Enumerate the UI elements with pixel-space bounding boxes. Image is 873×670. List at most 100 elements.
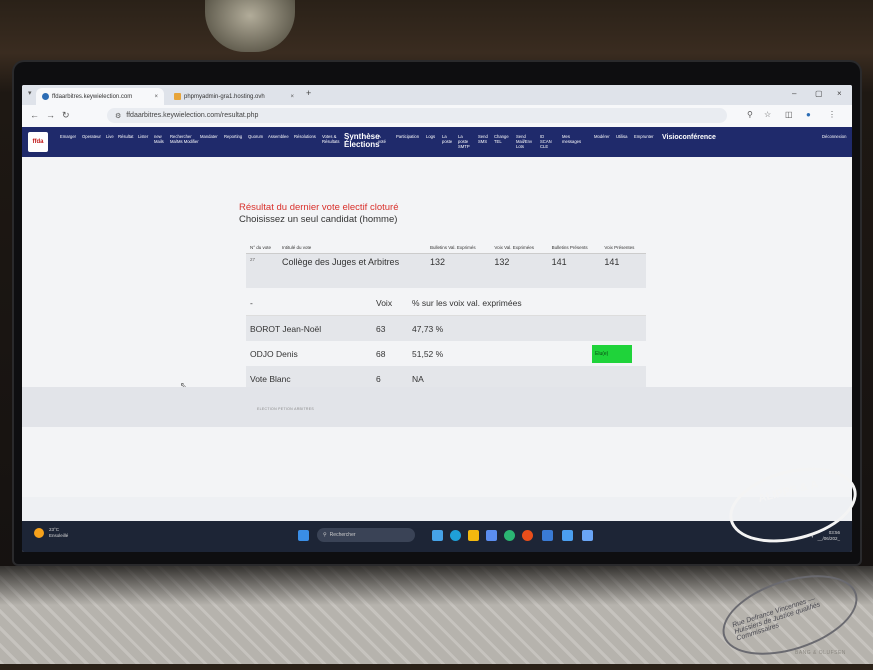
nav-votes-resultats[interactable]: Votes & Résultats (322, 134, 339, 144)
menu-icon[interactable]: ⋮ (828, 110, 836, 119)
nav-la-poste[interactable]: La poste (442, 134, 452, 144)
table-header-row: N° du vote Intitulé du vote Bulletins Va… (246, 229, 646, 254)
table-row: 27 Collège des Juges et Arbitres 132 132… (246, 253, 646, 288)
store-icon[interactable] (486, 530, 497, 541)
app-icon[interactable] (504, 530, 515, 541)
nav-emprunter[interactable]: Emprunter (634, 134, 654, 139)
profile-icon[interactable]: ● (806, 110, 811, 119)
table-row: ODJO Denis 68 51,52 % Elu(e) (246, 341, 646, 366)
chrome-icon[interactable] (522, 530, 533, 541)
tab-phpmyadmin[interactable]: phpmyadmin-gra1.hosting.ovh × (168, 88, 300, 105)
back-icon[interactable]: ← (30, 110, 39, 120)
weather-widget[interactable]: 23°C Ensoleillé (34, 527, 68, 539)
tab-search-icon[interactable]: ▾ (28, 89, 32, 97)
result-title: Résultat du dernier vote electif cloturé (239, 202, 399, 213)
candidate-status-cell: Elu(e) (588, 341, 646, 366)
nav-logs[interactable]: Logs (426, 134, 435, 139)
laptop-screen: ▾ ffdaarbitres.keywielection.com × phpmy… (22, 85, 852, 552)
nav-utilisa[interactable]: Utilisa (616, 134, 627, 139)
address-bar-row: ← → ↻ ⚙ ffdaarbitres.keywielection.com/r… (22, 105, 852, 128)
nav-change-tel[interactable]: Change TEL (494, 134, 509, 144)
reload-icon[interactable]: ↻ (62, 110, 70, 121)
nav-reporting[interactable]: Reporting (224, 134, 242, 139)
nav-id-scan[interactable]: ID SCAN CLE (540, 134, 552, 149)
taskbar-search[interactable]: ⚲ Rechercher (317, 528, 415, 542)
windows-start-icon[interactable] (298, 530, 309, 541)
nav-resultat[interactable]: Résultat (118, 134, 133, 139)
edge-icon[interactable] (450, 530, 461, 541)
footer-text: ELECTION PETION ARBITRES (257, 407, 314, 411)
nav-visioconference[interactable]: Visioconférence (662, 134, 716, 141)
vote-summary-table: N° du vote Intitulé du vote Bulletins Va… (246, 229, 646, 288)
new-tab-button[interactable]: + (306, 88, 311, 98)
windows-taskbar: 23°C Ensoleillé ⚲ Rechercher ◔ ◖ 03:56 _… (22, 521, 852, 552)
col-header: Voix Val. Exprimées (490, 229, 548, 254)
nav-new-mails[interactable]: new Mails (154, 134, 164, 144)
nav-operateur[interactable]: Operateur (82, 134, 101, 139)
app-logo[interactable]: ffda (28, 132, 48, 152)
candidate-results-table: - Voix % sur les voix val. exprimées BOR… (246, 291, 646, 391)
weather-desc: Ensoleillé (49, 533, 69, 538)
close-icon[interactable]: × (290, 94, 294, 100)
table-header-row: - Voix % sur les voix val. exprimées (246, 291, 646, 316)
nav-mandater[interactable]: Mandater (200, 134, 218, 139)
close-window-button[interactable]: × (837, 89, 842, 98)
maximize-button[interactable]: ▢ (815, 89, 823, 98)
nav-resolutions[interactable]: Résolutions (294, 134, 316, 139)
col-header: Voix (372, 291, 408, 316)
nav-quorum[interactable]: Quorum (248, 134, 263, 139)
elected-badge: Elu(e) (592, 344, 632, 363)
forward-icon[interactable]: → (46, 110, 55, 120)
globe-icon (42, 93, 49, 100)
extensions-icon[interactable]: ◫ (785, 110, 793, 119)
candidate-pct: 47,73 % (408, 315, 588, 341)
table-row: BOROT Jean-Noël 63 47,73 % (246, 315, 646, 341)
url-input[interactable]: ⚙ ffdaarbitres.keywielection.com/resulta… (107, 108, 727, 123)
nav-lister[interactable]: Lister (138, 134, 148, 139)
app-icon[interactable] (542, 530, 553, 541)
nav-moderer[interactable]: Modérer (594, 134, 610, 139)
file-explorer-icon[interactable] (468, 530, 479, 541)
app-icon[interactable] (562, 530, 573, 541)
candidate-voix: 63 (372, 315, 408, 341)
nav-a-vote[interactable]: A voté (378, 134, 386, 144)
tab-label: ffdaarbitres.keywielection.com (52, 93, 133, 100)
col-header: % sur les voix val. exprimées (408, 291, 588, 316)
nav-rechercher[interactable]: Rechercher Ma/Ms Modifier (170, 134, 199, 144)
nav-synthese-elections[interactable]: Synthèse Élections (344, 133, 380, 149)
minimize-button[interactable]: – (792, 89, 796, 98)
col-header: Intitulé du vote (278, 229, 426, 254)
nav-emarger[interactable]: Emarger (60, 134, 76, 139)
app-navbar: ffda Emarger Operateur Live Résultat Lis… (22, 127, 852, 157)
candidate-status (588, 315, 646, 341)
sun-icon (34, 528, 44, 538)
nav-assemblee[interactable]: Assemblee (268, 134, 289, 139)
nav-live[interactable]: Live (106, 134, 114, 139)
nav-mes-messages[interactable]: Mes messages (562, 134, 581, 144)
candidate-pct: 51,52 % (412, 348, 444, 359)
voix-presentes: 141 (600, 253, 646, 288)
search-icon: ⚲ (323, 532, 327, 538)
vote-title: Collège des Juges et Arbitres (278, 253, 426, 288)
nav-send-mail[interactable]: Send Mail/Env Lots (516, 134, 532, 149)
background-cup (205, 0, 295, 52)
taskview-icon[interactable] (432, 530, 443, 541)
nav-la-poste-smtp[interactable]: La poste SMTP (458, 134, 470, 149)
col-header: Bulletins Val. Exprimés (426, 229, 491, 254)
phpmyadmin-icon (174, 93, 181, 100)
site-info-icon[interactable]: ⚙ (115, 112, 121, 120)
app-icon[interactable] (582, 530, 593, 541)
tab-label: phpmyadmin-gra1.hosting.ovh (184, 93, 265, 100)
bookmark-star-icon[interactable]: ☆ (764, 110, 771, 119)
browser-tabbar: ▾ ffdaarbitres.keywielection.com × phpmy… (22, 85, 852, 105)
url-text: ffdaarbitres.keywielection.com/resultat.… (126, 112, 259, 119)
vote-number: 27 (246, 253, 278, 288)
search-placeholder: Rechercher (329, 532, 356, 538)
zoom-icon[interactable]: ⚲ (747, 110, 753, 119)
tab-keywielection[interactable]: ffdaarbitres.keywielection.com × (36, 88, 164, 105)
nav-participation[interactable]: Participation (396, 134, 419, 139)
nav-send-sms[interactable]: Send SMS (478, 134, 488, 144)
col-header: - (246, 291, 372, 316)
nav-deconnexion[interactable]: Déconnexion (822, 134, 846, 139)
close-icon[interactable]: × (154, 94, 158, 100)
